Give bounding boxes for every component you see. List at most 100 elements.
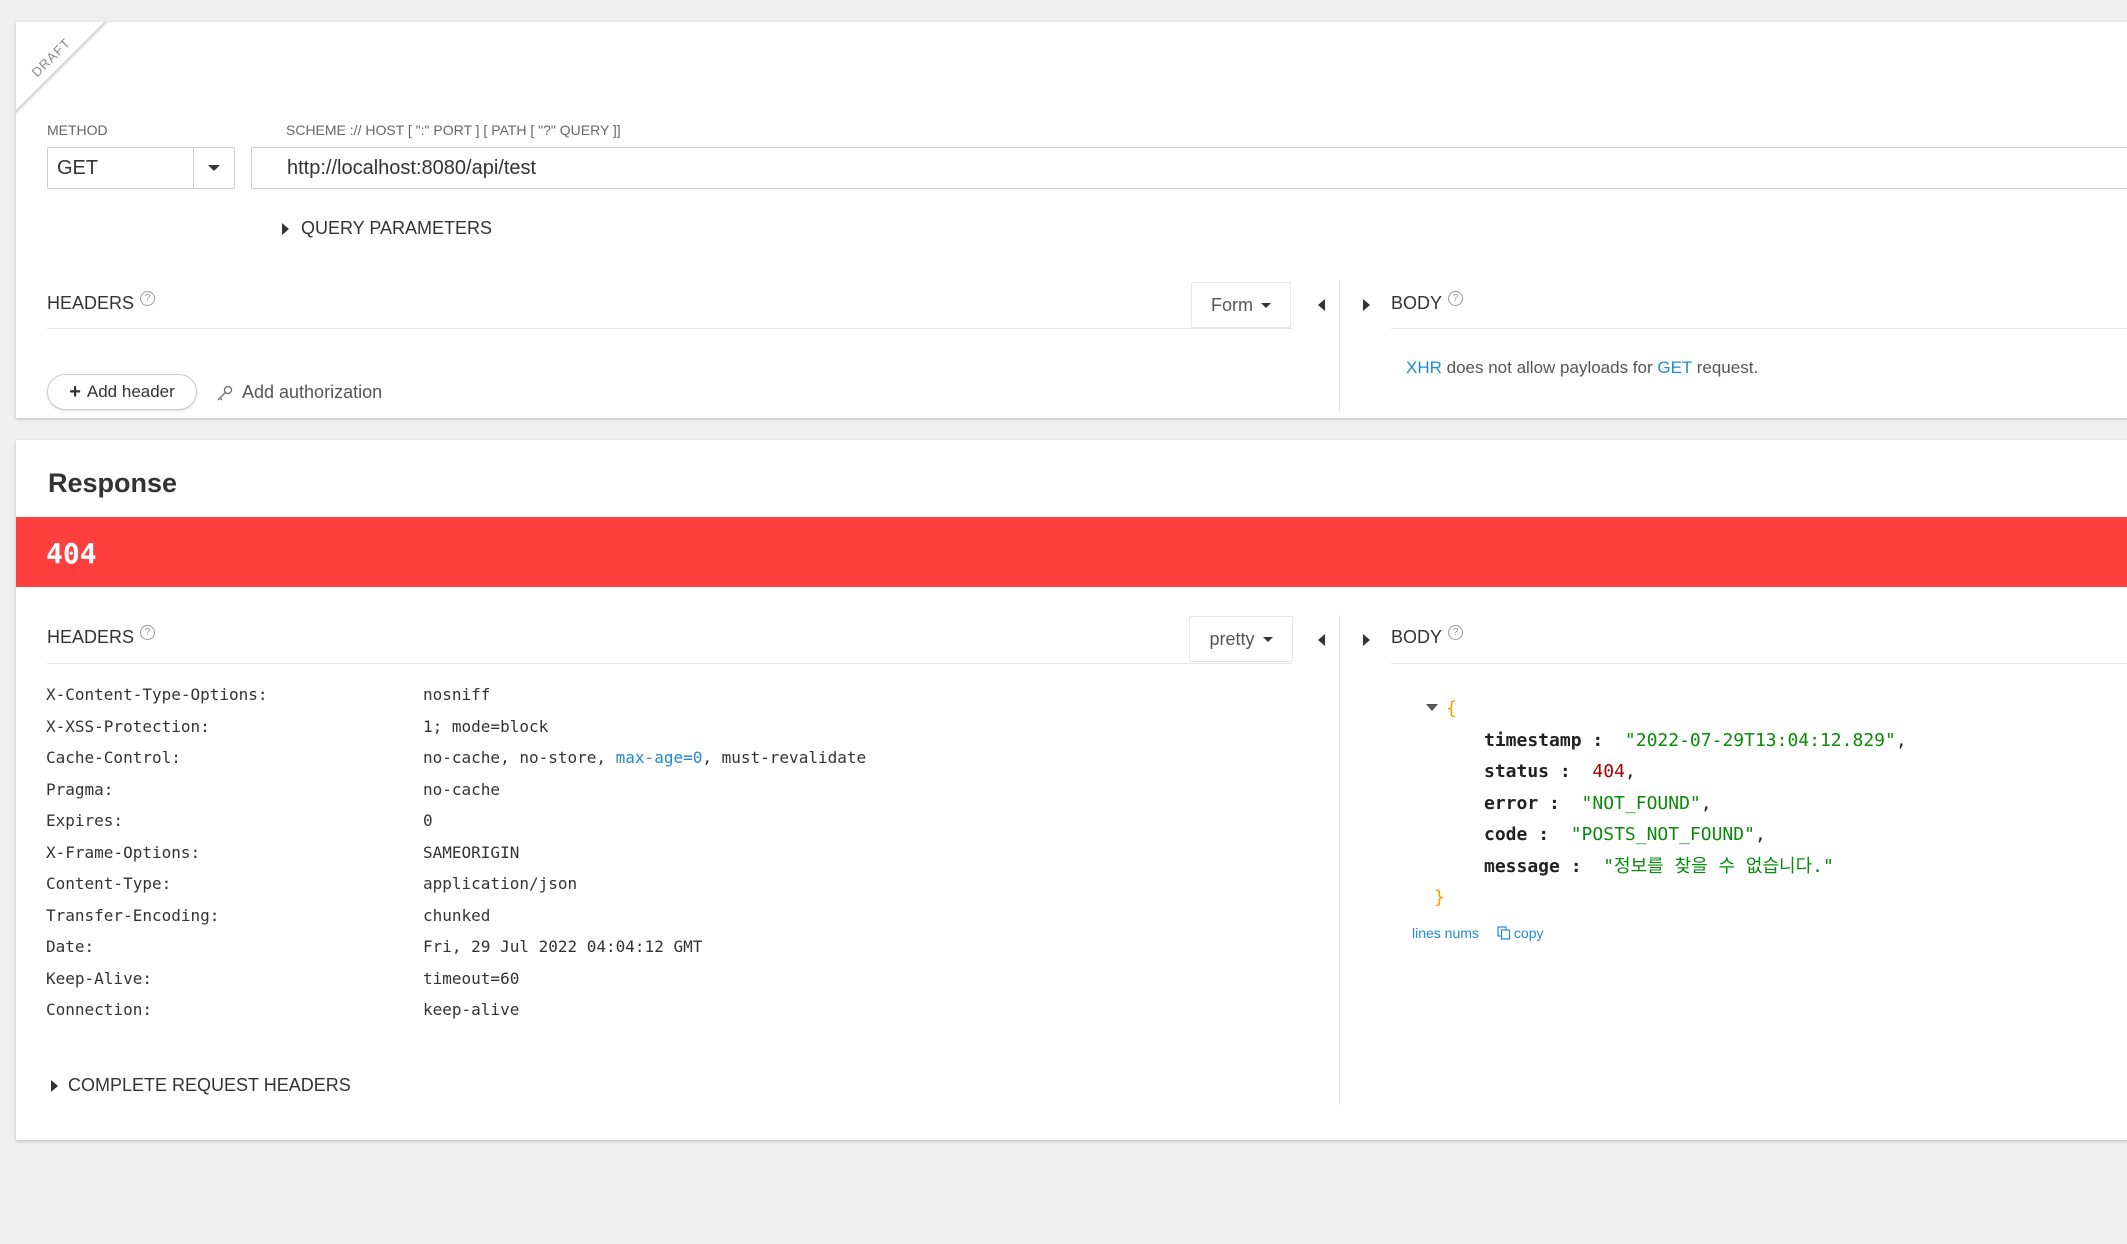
request-body-title: BODY? <box>1391 291 1464 314</box>
chevron-down-icon <box>208 165 220 171</box>
complete-request-headers-label: COMPLETE REQUEST HEADERS <box>68 1075 351 1095</box>
header-row: Cache-Control: no-cache, no-store, max-ag… <box>46 748 866 780</box>
add-header-button[interactable]: + Add header <box>47 374 197 410</box>
max-age-link[interactable]: max-age=0 <box>616 748 703 767</box>
expand-icon <box>282 222 289 235</box>
header-row: X-XSS-Protection: 1; mode=block <box>46 717 866 749</box>
copy-button[interactable]: copy <box>1497 925 1544 941</box>
header-value: SAMEORIGIN <box>423 842 520 862</box>
divider <box>47 328 1292 329</box>
json-close-brace: } <box>1434 887 1445 908</box>
divider <box>1391 663 2127 664</box>
headers-format-dropdown[interactable]: pretty <box>1189 616 1293 662</box>
json-field: timestamp : "2022-07-29T13:04:12.829", <box>1484 729 1907 751</box>
headers-format-value: pretty <box>1209 628 1255 649</box>
request-headers-title: HEADERS? <box>47 291 156 314</box>
response-headers-title: HEADERS? <box>47 625 156 648</box>
method-dropdown-toggle[interactable] <box>193 148 234 188</box>
header-value: keep-alive <box>423 1000 520 1019</box>
xhr-link[interactable]: XHR <box>1406 358 1442 377</box>
json-open-brace: { <box>1446 698 1457 719</box>
json-key: code <box>1484 824 1528 845</box>
request-panel: DRAFT METHOD GET SCHEME :// HOST [ ":" P… <box>16 22 2127 418</box>
lines-nums-toggle[interactable]: lines nums <box>1412 925 1479 941</box>
body-msg-end: request. <box>1692 358 1759 377</box>
key-icon <box>217 385 233 400</box>
header-value: nosniff <box>423 685 491 704</box>
copy-icon <box>1497 926 1511 940</box>
header-row: Transfer-Encoding: chunked <box>46 906 866 938</box>
collapse-right-icon[interactable] <box>1363 296 1370 314</box>
expand-icon <box>51 1079 58 1092</box>
collapse-left-icon[interactable] <box>1318 631 1325 649</box>
header-row: X-Frame-Options: SAMEORIGIN <box>46 843 866 875</box>
header-row: Pragma: no-cache <box>46 780 866 812</box>
header-key: Content-Type: <box>46 874 172 893</box>
get-link[interactable]: GET <box>1657 358 1692 377</box>
method-value: GET <box>57 157 99 179</box>
response-body-title: BODY? <box>1391 625 1464 648</box>
header-value-part: , must-revalidate <box>702 748 867 767</box>
draft-ribbon: DRAFT <box>16 22 114 121</box>
body-msg-text: does not allow payloads for <box>1441 358 1658 377</box>
response-body-title-text: BODY <box>1391 627 1443 647</box>
header-key: Expires: <box>46 811 124 830</box>
collapse-toggle-icon[interactable] <box>1426 704 1438 711</box>
body-disabled-message: XHR does not allow payloads for GET requ… <box>1406 358 1758 378</box>
panel-divider <box>1339 280 1340 412</box>
json-field: message : "정보를 찾을 수 없습니다." <box>1484 855 1834 877</box>
body-actions: lines nums copy <box>1412 925 1544 941</box>
json-value: "2022-07-29T13:04:12.829" <box>1624 729 1896 751</box>
response-panel: Response 404 HEADERS? pretty X-Content-T… <box>16 440 2127 1140</box>
plus-icon: + <box>69 381 81 403</box>
header-row: X-Content-Type-Options: nosniff <box>46 685 866 717</box>
json-field: status : 404, <box>1484 761 1636 782</box>
header-key: Transfer-Encoding: <box>46 905 220 925</box>
header-row: Keep-Alive: timeout=60 <box>46 969 866 1001</box>
header-key: Keep-Alive: <box>46 968 152 988</box>
json-body-viewer: { timestamp : "2022-07-29T13:04:12.829",… <box>1426 693 1907 914</box>
header-key: Pragma: <box>46 779 114 799</box>
method-select[interactable]: GET <box>47 147 235 189</box>
json-key: message <box>1484 855 1560 877</box>
url-input[interactable] <box>251 147 2127 189</box>
add-header-label: Add header <box>86 382 175 401</box>
json-field: code : "POSTS_NOT_FOUND", <box>1484 824 1766 845</box>
url-label: SCHEME :// HOST [ ":" PORT ] [ PATH [ "?… <box>286 122 621 138</box>
help-icon[interactable]: ? <box>1448 625 1464 640</box>
header-value: timeout=60 <box>423 968 520 988</box>
request-headers-title-text: HEADERS <box>47 293 135 313</box>
query-parameters-toggle[interactable]: QUERY PARAMETERS <box>282 218 492 239</box>
json-open-line: { <box>1426 693 1907 725</box>
add-authorization-label: Add authorization <box>242 382 383 402</box>
collapse-right-icon[interactable] <box>1363 631 1370 649</box>
header-value: chunked <box>423 905 491 925</box>
headers-mode-dropdown[interactable]: Form <box>1191 282 1291 328</box>
help-icon[interactable]: ? <box>1448 291 1464 306</box>
header-value: no-cache <box>423 779 501 799</box>
header-key: X-Frame-Options: <box>46 842 201 862</box>
help-icon[interactable]: ? <box>140 291 156 306</box>
header-key: Cache-Control: <box>46 748 181 767</box>
add-authorization-link[interactable]: Add authorization <box>216 382 382 403</box>
copy-label: copy <box>1513 925 1544 941</box>
complete-request-headers-toggle[interactable]: COMPLETE REQUEST HEADERS <box>51 1075 351 1096</box>
collapse-left-icon[interactable] <box>1318 296 1325 314</box>
method-label: METHOD <box>47 122 108 138</box>
header-row: Content-Type: application/json <box>46 874 866 906</box>
status-code: 404 <box>46 537 97 570</box>
header-row: Expires: 0 <box>46 811 866 843</box>
header-row: Date: Fri, 29 Jul 2022 04:04:12 GMT <box>46 937 866 969</box>
query-parameters-label: QUERY PARAMETERS <box>301 218 493 238</box>
json-key: timestamp <box>1484 729 1582 751</box>
header-value: Fri, 29 Jul 2022 04:04:12 GMT <box>423 937 703 956</box>
status-bar: 404 <box>16 517 2127 587</box>
help-icon[interactable]: ? <box>140 625 156 640</box>
json-key: status <box>1484 761 1550 782</box>
json-key: error <box>1484 792 1539 814</box>
json-value: "NOT_FOUND" <box>1581 792 1701 814</box>
panel-divider <box>1339 615 1340 1105</box>
divider <box>1391 328 2127 329</box>
response-headers-table: X-Content-Type-Options: nosniff X-XSS-Pro… <box>46 685 866 1032</box>
header-row: Connection: keep-alive <box>46 1000 866 1032</box>
